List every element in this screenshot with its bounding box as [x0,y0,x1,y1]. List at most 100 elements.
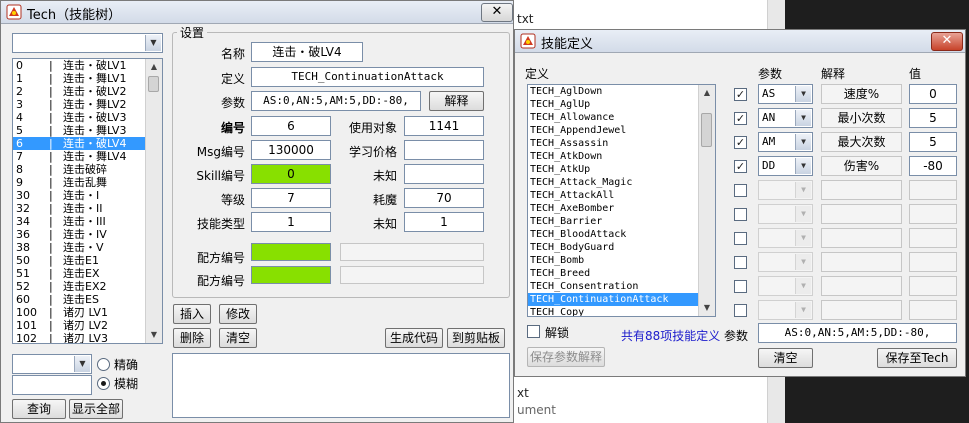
skill-row[interactable]: 7 | 连击・舞LV4 [13,150,146,163]
param-value-field[interactable] [909,276,957,296]
definition-row[interactable]: TECH_BloodAttack [528,228,699,241]
param-code-combo[interactable]: ▼ [758,180,813,200]
param-field[interactable]: AS:0,AN:5,AM:5,DD:-80, [251,91,421,111]
skill-row[interactable]: 1 | 连击・舞LV1 [13,72,146,85]
bottom-param-field[interactable]: AS:0,AN:5,AM:5,DD:-80, [758,323,957,343]
param-value-field[interactable] [909,252,957,272]
unlock-checkbox[interactable] [527,325,540,338]
definition-row[interactable]: TECH_Consentration [528,280,699,293]
skill-row[interactable]: 9 | 连击乱舞 [13,176,146,189]
param-value-field[interactable]: 5 [909,132,957,152]
definition-titlebar[interactable]: 技能定义 ✕ [515,30,965,53]
param-checkbox[interactable] [734,304,747,317]
skill-row[interactable]: 38 | 连击・V [13,241,146,254]
skills-list-scrollbar[interactable]: ▲ ▼ [145,59,162,343]
param-code-combo[interactable]: ▼ [758,228,813,248]
param-checkbox[interactable]: ✓ [734,136,747,149]
save-to-tech-button[interactable]: 保存至Tech [877,348,957,368]
definitions-list[interactable]: TECH_AglDown TECH_AglUp TECH_Allowance TECH… [527,84,716,317]
param-code-combo[interactable]: ▼ [758,276,813,296]
search-combo[interactable]: ▼ [12,354,92,374]
definition-row[interactable]: TECH_BodyGuard [528,241,699,254]
skill-row[interactable]: 3 | 连击・舞LV2 [13,98,146,111]
param-value-field[interactable] [909,204,957,224]
skill-row[interactable]: 32 | 连击・II [13,202,146,215]
definition-row[interactable]: TECH_Breed [528,267,699,280]
definition-field[interactable]: TECH_ContinuationAttack [251,67,484,87]
skill-number-field[interactable]: 0 [251,164,331,184]
param-explain-field[interactable]: 伤害% [821,156,902,176]
unknown2-field[interactable]: 1 [404,212,484,232]
param-value-field[interactable]: -80 [909,156,957,176]
recipe2-extra-field[interactable] [340,266,484,284]
param-explain-field[interactable] [821,228,902,248]
param-code-combo[interactable]: ▼ [758,252,813,272]
definition-row[interactable]: TECH_AtkUp [528,163,699,176]
skill-row[interactable]: 100 | 诸刃 LV1 [13,306,146,319]
param-explain-field[interactable] [821,204,902,224]
skill-row[interactable]: 34 | 连击・III [13,215,146,228]
param-value-field[interactable] [909,180,957,200]
param-checkbox[interactable]: ✓ [734,112,747,125]
param-value-field[interactable]: 0 [909,84,957,104]
definition-row[interactable]: TECH_AtkDown [528,150,699,163]
save-explain-button[interactable]: 保存参数解释 [527,347,605,367]
definition-row[interactable]: TECH_AglUp [528,98,699,111]
clear-button[interactable]: 清空 [219,328,257,348]
definition-row[interactable]: TECH_AttackAll [528,189,699,202]
skill-row[interactable]: 2 | 连击・破LV2 [13,85,146,98]
param-explain-field[interactable]: 速度% [821,84,902,104]
param-explain-field[interactable]: 最大次数 [821,132,902,152]
scroll-up-icon[interactable]: ▲ [699,85,715,101]
skill-row[interactable]: 52 | 连击EX2 [13,280,146,293]
definition-row[interactable]: TECH_ContinuationAttack [528,293,699,306]
recipe2-field[interactable] [251,266,331,284]
param-code-combo[interactable]: ▼ [758,300,813,320]
scroll-up-icon[interactable]: ▲ [146,59,162,75]
scroll-thumb[interactable] [148,76,159,92]
filter-combo[interactable]: ▼ [12,33,163,53]
param-checkbox[interactable]: ✓ [734,88,747,101]
skill-row[interactable]: 101 | 诸刃 LV2 [13,319,146,332]
definition-close-button[interactable]: ✕ [931,32,963,51]
generate-code-button[interactable]: 生成代码 [385,328,443,348]
param-code-combo[interactable]: AS ▼ [758,84,813,104]
target-field[interactable]: 1141 [404,116,484,136]
skill-type-field[interactable]: 1 [251,212,331,232]
param-explain-field[interactable] [821,252,902,272]
recipe1-extra-field[interactable] [340,243,484,261]
unknown1-field[interactable] [404,164,484,184]
definition-row[interactable]: TECH_AglDown [528,85,699,98]
skill-row[interactable]: 102 | 诸刃 LV3 [13,332,146,343]
mp-cost-field[interactable]: 70 [404,188,484,208]
skill-row[interactable]: 6 | 连击・破LV4 [13,137,146,150]
param-code-combo[interactable]: AN ▼ [758,108,813,128]
delete-button[interactable]: 删除 [173,328,211,348]
param-value-field[interactable] [909,228,957,248]
param-explain-field[interactable] [821,180,902,200]
tech-titlebar[interactable]: Tech（技能树） ✕ [1,1,513,24]
param-code-combo[interactable]: ▼ [758,204,813,224]
param-checkbox[interactable] [734,184,747,197]
scroll-down-icon[interactable]: ▼ [699,300,715,316]
code-output-textarea[interactable] [172,353,510,418]
param-checkbox[interactable] [734,232,747,245]
msg-number-field[interactable]: 130000 [251,140,331,160]
radio-fuzzy[interactable] [97,377,110,390]
scroll-down-icon[interactable]: ▼ [146,327,162,343]
scroll-thumb[interactable] [701,113,712,147]
modify-button[interactable]: 修改 [219,304,257,324]
definition-row[interactable]: TECH_Attack_Magic [528,176,699,189]
skills-list[interactable]: 0 | 连击・破LV1 1 | 连击・舞LV1 2 | 连击・破LV2 3 | 连击・舞LV2 4 | 连击… [12,58,163,344]
param-checkbox[interactable] [734,256,747,269]
param-value-field[interactable]: 5 [909,108,957,128]
skill-row[interactable]: 36 | 连击・IV [13,228,146,241]
query-button[interactable]: 查询 [12,399,66,419]
to-clipboard-button[interactable]: 到剪贴板 [447,328,505,348]
insert-button[interactable]: 插入 [173,304,211,324]
definition-row[interactable]: TECH_Allowance [528,111,699,124]
skill-row[interactable]: 51 | 连击EX [13,267,146,280]
param-code-combo[interactable]: AM ▼ [758,132,813,152]
number-field[interactable]: 6 [251,116,331,136]
definition-row[interactable]: TECH_Barrier [528,215,699,228]
